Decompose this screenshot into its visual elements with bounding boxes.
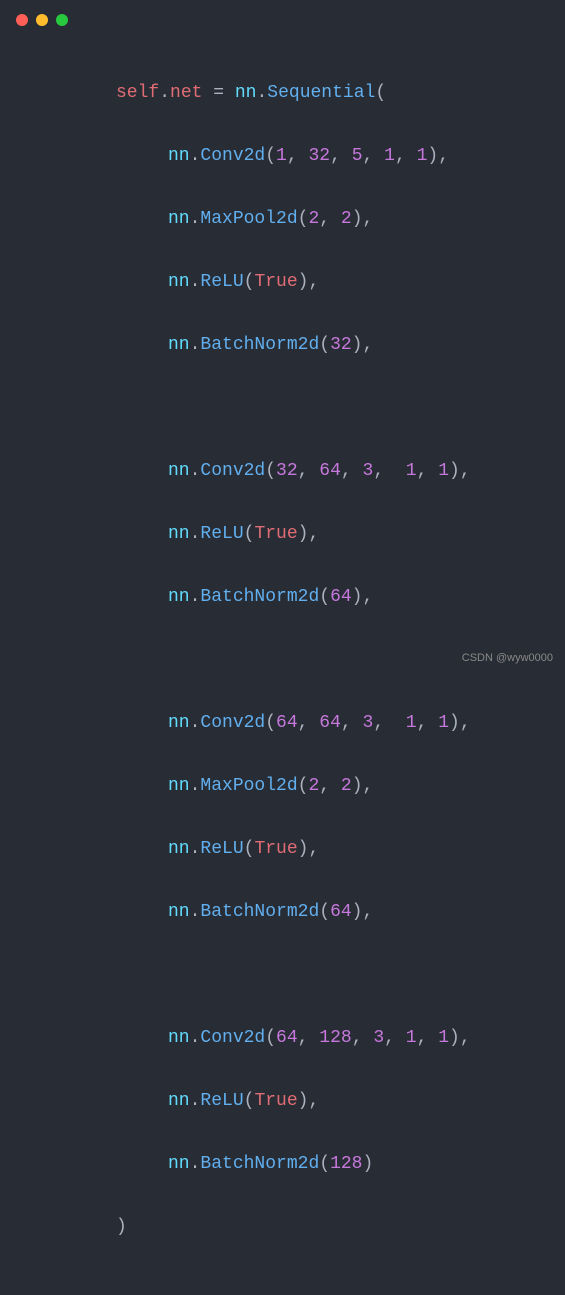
keyword-self: self bbox=[116, 83, 159, 103]
code-line: nn.ReLU(True), bbox=[116, 519, 545, 551]
code-line: nn.BatchNorm2d(128) bbox=[116, 1149, 545, 1181]
watermark-text: CSDN @wyw0000 bbox=[462, 649, 553, 668]
window-titlebar bbox=[0, 0, 565, 36]
code-line: nn.ReLU(True), bbox=[116, 267, 545, 299]
close-icon[interactable] bbox=[16, 14, 28, 26]
code-line: ) bbox=[116, 1212, 545, 1244]
code-line: nn.BatchNorm2d(32), bbox=[116, 330, 545, 362]
code-line: self.net = nn.Sequential( bbox=[116, 78, 545, 110]
code-line bbox=[116, 393, 545, 425]
code-line: nn.MaxPool2d(2, 2), bbox=[116, 204, 545, 236]
code-line bbox=[116, 960, 545, 992]
code-line: nn.MaxPool2d(2, 2), bbox=[116, 771, 545, 803]
code-line: nn.ReLU(True), bbox=[116, 834, 545, 866]
code-line: nn.BatchNorm2d(64), bbox=[116, 582, 545, 614]
code-line: nn.Conv2d(64, 64, 3, 1, 1), bbox=[116, 708, 545, 740]
code-line: nn.ReLU(True), bbox=[116, 1086, 545, 1118]
maximize-icon[interactable] bbox=[56, 14, 68, 26]
code-line: nn.Conv2d(32, 64, 3, 1, 1), bbox=[116, 456, 545, 488]
code-line: nn.Conv2d(1, 32, 5, 1, 1), bbox=[116, 141, 545, 173]
minimize-icon[interactable] bbox=[36, 14, 48, 26]
code-line: nn.BatchNorm2d(64), bbox=[116, 897, 545, 929]
code-line: nn.Conv2d(64, 128, 3, 1, 1), bbox=[116, 1023, 545, 1055]
